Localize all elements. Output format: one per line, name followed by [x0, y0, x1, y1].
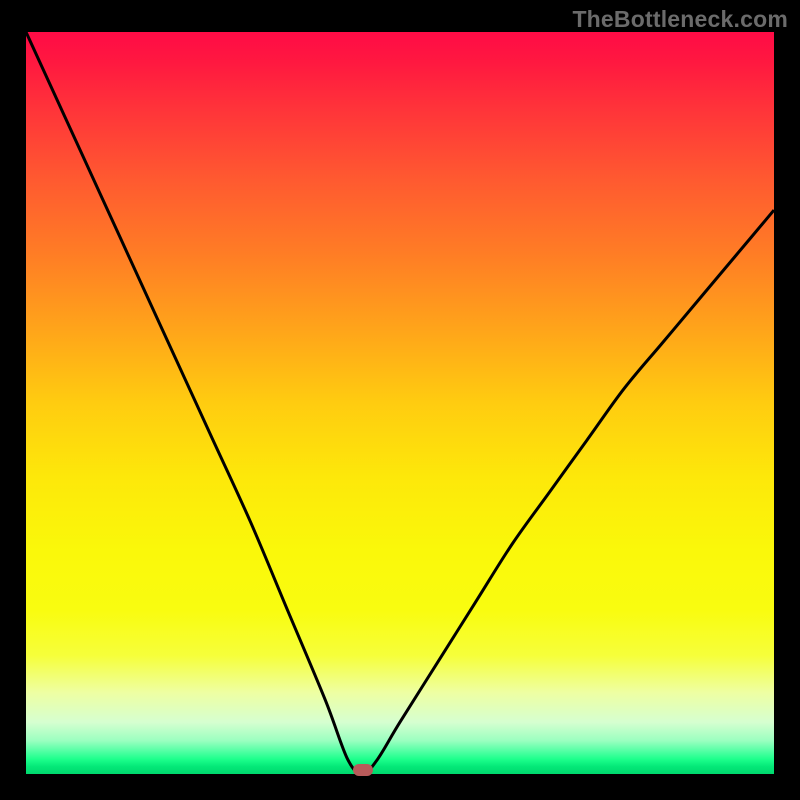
plot-area [26, 32, 774, 774]
bottleneck-curve [26, 32, 774, 774]
chart-frame: TheBottleneck.com [0, 0, 800, 800]
optimum-marker [353, 764, 373, 776]
watermark-text: TheBottleneck.com [572, 6, 788, 33]
